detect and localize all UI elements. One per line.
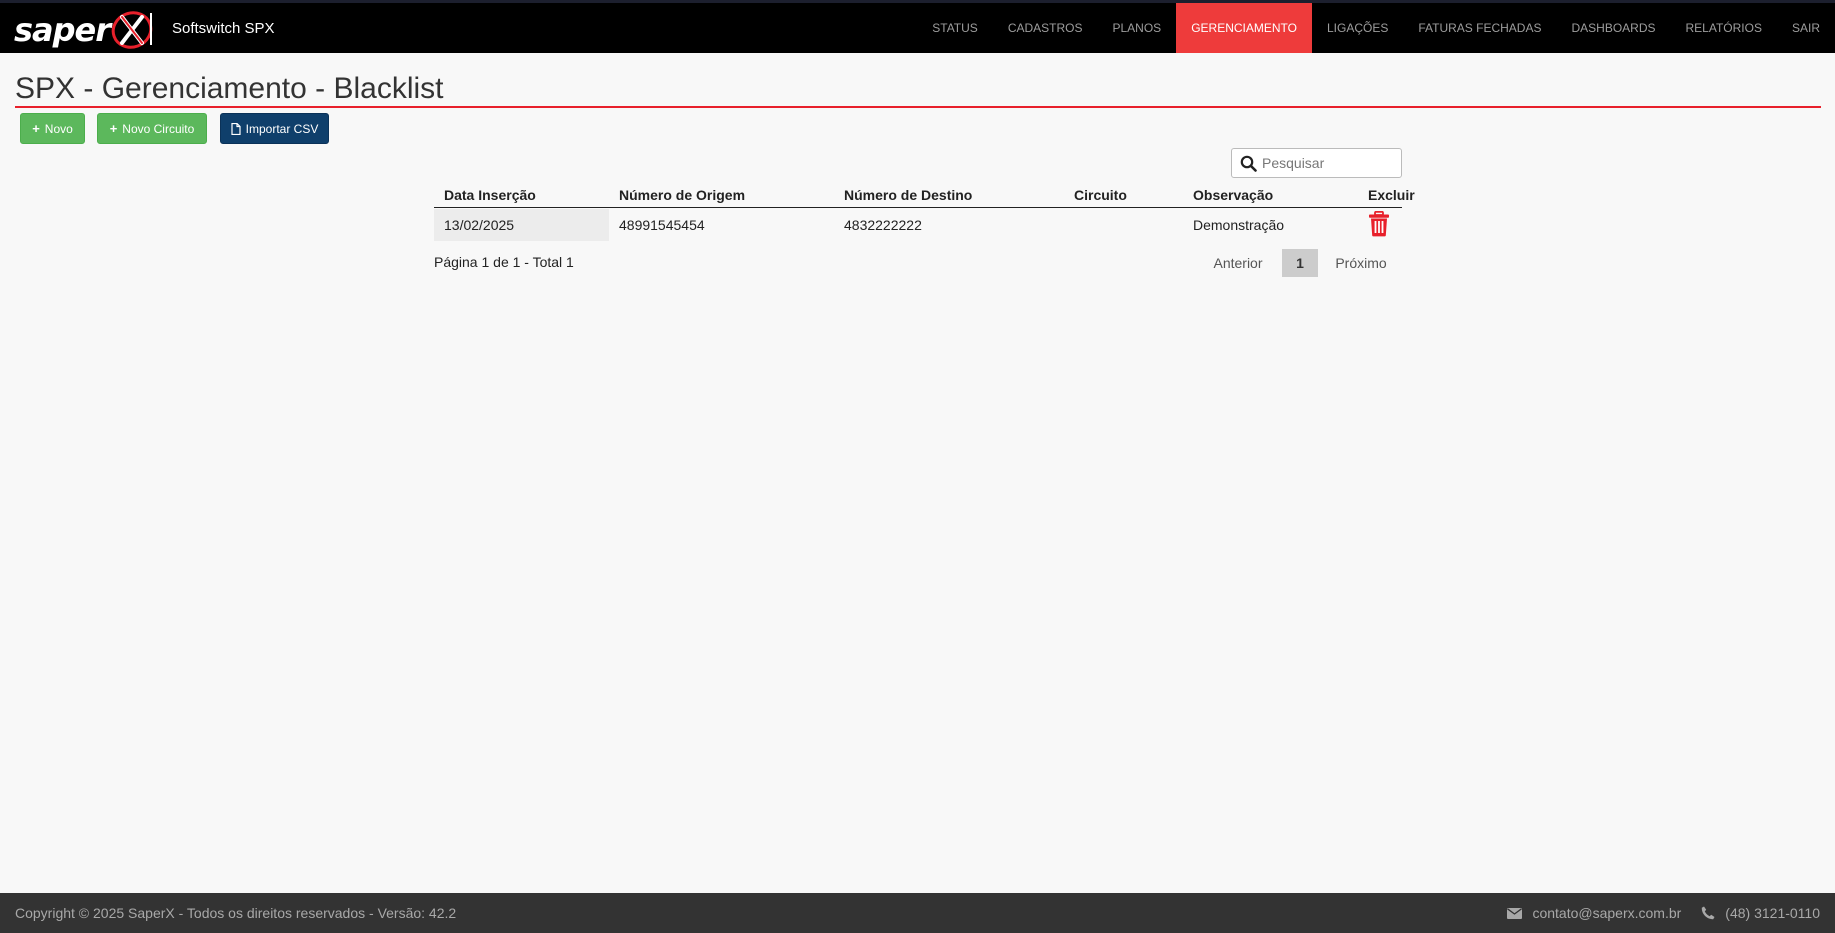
saperx-logo[interactable]: saper [14,9,154,51]
footer-copyright: Copyright © 2025 SaperX - Todos os direi… [15,905,457,921]
column-header-observacao[interactable]: Observação [1183,183,1358,207]
nav-item-planos[interactable]: PLANOS [1098,3,1177,53]
app-name: Softswitch SPX [172,20,275,37]
envelope-icon [1507,907,1523,919]
column-header-excluir: Excluir [1368,187,1415,203]
plus-icon: + [32,121,40,136]
novo-button[interactable]: + Novo [20,113,85,144]
page-title: SPX - Gerenciamento - Blacklist [15,72,444,105]
cell-data-insercao: 13/02/2025 [434,209,609,241]
column-header-circuito[interactable]: Circuito [1064,183,1183,207]
logo-x-icon [111,11,153,49]
top-navbar: saper Softswitch SPX STATUS CADASTROS PL… [0,0,1835,53]
file-icon [231,122,241,135]
nav-item-status[interactable]: STATUS [917,3,993,53]
main-nav: STATUS CADASTROS PLANOS GERENCIAMENTO LI… [917,3,1835,53]
cell-numero-origem: 48991545454 [619,217,705,233]
brand[interactable]: saper [14,9,154,51]
phone-icon [1702,906,1715,920]
nav-item-faturas-fechadas[interactable]: FATURAS FECHADAS [1403,3,1556,53]
cell-circuito [1064,209,1183,241]
importar-csv-button[interactable]: Importar CSV [220,113,329,144]
pagination-next[interactable]: Próximo [1326,249,1396,277]
table-header-divider [434,207,1402,208]
cell-observacao: Demonstração [1193,217,1285,233]
pagination-info: Página 1 de 1 - Total 1 [434,254,574,270]
novo-circuito-button[interactable]: + Novo Circuito [97,113,207,144]
cell-numero-destino: 4832222222 [844,217,922,233]
logo-text: saper [14,11,111,49]
footer-email[interactable]: contato@saperx.com.br [1532,905,1681,921]
nav-item-ligacoes[interactable]: LIGAÇÕES [1312,3,1403,53]
nav-item-dashboards[interactable]: DASHBOARDS [1556,3,1670,53]
trash-icon[interactable] [1368,211,1390,237]
column-header-data-insercao[interactable]: Data Inserção [434,183,609,207]
pagination-prev[interactable]: Anterior [1202,249,1274,277]
brand-divider [150,13,152,45]
footer-email-group: contato@saperx.com.br [1507,905,1681,921]
importar-csv-button-label: Importar CSV [245,121,319,136]
pagination-page-1[interactable]: 1 [1282,249,1318,277]
footer: Copyright © 2025 SaperX - Todos os direi… [0,893,1835,933]
column-header-numero-origem[interactable]: Número de Origem [609,183,834,207]
nav-item-gerenciamento[interactable]: GERENCIAMENTO [1176,3,1312,53]
novo-button-label: Novo [44,121,73,136]
plus-icon: + [109,121,118,136]
search-input[interactable] [1262,149,1400,177]
footer-phone[interactable]: (48) 3121-0110 [1725,905,1820,921]
column-header-numero-destino[interactable]: Número de Destino [834,183,1064,207]
search-icon [1240,155,1257,172]
footer-phone-group: (48) 3121-0110 [1701,905,1820,921]
novo-circuito-button-label: Novo Circuito [122,121,195,136]
title-divider [15,106,1821,108]
nav-item-relatorios[interactable]: RELATÓRIOS [1671,3,1777,53]
footer-contact: contato@saperx.com.br (48) 3121-0110 [1507,905,1820,921]
nav-item-sair[interactable]: SAIR [1777,3,1835,53]
nav-item-cadastros[interactable]: CADASTROS [993,3,1098,53]
search-box [1231,148,1402,178]
